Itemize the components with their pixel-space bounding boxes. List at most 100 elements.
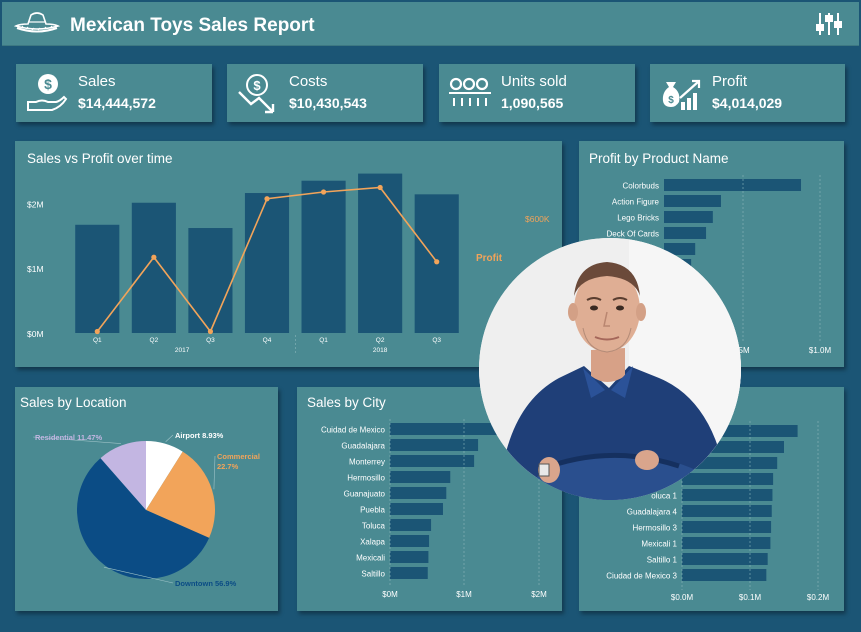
x-group-label: 2018 [373, 347, 388, 354]
city-bar [390, 567, 428, 579]
x-tick-label: $0.2M [807, 593, 830, 602]
product-bar [664, 211, 713, 223]
store-bar [682, 489, 773, 501]
product-bar [664, 227, 707, 239]
category-label: Saltillo 1 [647, 556, 678, 565]
svg-text:$: $ [668, 95, 674, 106]
header-bar: Mexican Toys Sales Report [2, 2, 859, 46]
profit-point [264, 196, 270, 202]
x-tick-label: $0.0M [671, 593, 694, 602]
category-label: Guanajuato [344, 490, 386, 499]
category-label: Puebla [360, 506, 385, 515]
x-tick-label: $1.0M [809, 346, 832, 355]
kpi-profit-card: $ Profit $4,014,029 [650, 64, 845, 122]
store-bar [682, 521, 772, 533]
kpi-value: $4,014,029 [712, 95, 783, 111]
sombrero-icon [14, 12, 60, 33]
product-bar [664, 179, 802, 191]
presenter-illustration [479, 238, 741, 500]
city-bar [390, 439, 479, 451]
dollar-down-icon: $ [238, 74, 275, 114]
kpi-label: Sales [78, 73, 116, 90]
x-group-label: 2017 [175, 347, 190, 354]
store-bar [682, 473, 774, 485]
x-tick-label: Q3 [206, 337, 215, 344]
category-label: Hermosillo [347, 474, 385, 483]
presenter-photo [479, 238, 741, 500]
x-tick-label: Q2 [376, 337, 385, 344]
category-label: Cuidad de Mexico [321, 426, 386, 435]
sales-bar [301, 180, 346, 333]
leader-line [165, 434, 174, 442]
report-title: Mexican Toys Sales Report [70, 15, 315, 36]
x-tick-label: Q1 [93, 337, 102, 344]
pie-label: Downtown 56.9% [175, 579, 237, 588]
category-label: Monterrey [349, 458, 385, 467]
product-bar [664, 195, 721, 207]
category-label: Mexicali 1 [641, 540, 677, 549]
store-bar [682, 537, 771, 549]
profit-axis-label: Profit [476, 253, 503, 264]
kpi-value: 1,090,565 [501, 95, 564, 111]
pie-label: Residential 11.47% [35, 433, 102, 442]
x-tick-label: $0.1M [739, 593, 762, 602]
sliders-icon[interactable] [815, 12, 843, 36]
sales-profit-panel: Sales vs Profit over time $0M $1M $2M Q1 Q2 Q… [15, 141, 562, 367]
x-tick-label: $1M [456, 590, 472, 599]
x-tick-label: Q1 [319, 337, 328, 344]
kpi-label: Profit [712, 73, 748, 90]
sales-bar [75, 224, 120, 333]
x-tick-label: $0M [382, 590, 398, 599]
city-bar [390, 455, 475, 467]
x-tick-label: Q3 [432, 337, 441, 344]
kpi-label: Units sold [501, 73, 567, 90]
category-label: Colorbuds [623, 182, 659, 191]
pie-label: Airport 8.93% [175, 431, 224, 440]
category-label: Guadalajara [341, 442, 385, 451]
city-bar [390, 535, 430, 547]
category-label: Hermosillo 3 [633, 524, 678, 533]
category-label: Action Figure [612, 198, 660, 207]
category-label: Ciudad de Mexico 3 [606, 572, 677, 581]
sales-bar [244, 193, 290, 333]
category-label: Lego Bricks [617, 214, 659, 223]
sales-bar [188, 228, 233, 333]
category-label: Guadalajara 4 [627, 508, 678, 517]
city-bar [390, 519, 432, 531]
kpi-value: $10,430,543 [289, 95, 367, 111]
moneybag-growth-icon: $ [662, 79, 701, 110]
pie-label: 22.7% [217, 462, 239, 471]
category-label: Saltillo [361, 570, 385, 579]
pie-label: Commercial [217, 452, 260, 461]
kpi-costs-card: $ Costs $10,430,543 [227, 64, 423, 122]
x-tick-label: $2M [531, 590, 547, 599]
profit-point [207, 328, 214, 335]
right-axis-tick: $600K [525, 214, 550, 224]
units-icon [449, 77, 491, 106]
city-bar [390, 503, 443, 515]
svg-text:$: $ [44, 76, 52, 92]
svg-text:$: $ [253, 78, 261, 93]
city-bar [390, 551, 429, 563]
y-tick-label: $0M [27, 329, 44, 339]
sales-bar [358, 173, 403, 333]
store-bar [682, 569, 767, 581]
leader-line [213, 455, 216, 490]
category-label: Toluca [362, 522, 386, 531]
city-bar [390, 471, 451, 483]
money-hand-icon: $ [27, 74, 68, 111]
sales-location-panel: Sales by Location Airport 8.93% Commercia… [15, 387, 278, 611]
store-bar [682, 553, 768, 565]
kpi-sales-card: $ Sales $14,444,572 [16, 64, 212, 122]
store-bar [682, 505, 772, 517]
sales-profit-chart: $0M $1M $2M Q1 Q2 Q3 Q4 Q1 Q2 Q3 2017 2018 $600K Prof… [27, 173, 550, 355]
sales-bar [131, 202, 176, 333]
kpi-units-card: Units sold 1,090,565 [439, 64, 635, 122]
y-tick-label: $1M [27, 264, 44, 274]
x-tick-label: Q4 [263, 337, 272, 344]
profit-point [377, 184, 383, 191]
sales-location-chart: Airport 8.93% Commercial22.7% Downtown 56.… [32, 431, 260, 588]
category-label: oluca 1 [651, 492, 677, 501]
profit-point [434, 259, 440, 265]
kpi-value: $14,444,572 [78, 95, 156, 111]
